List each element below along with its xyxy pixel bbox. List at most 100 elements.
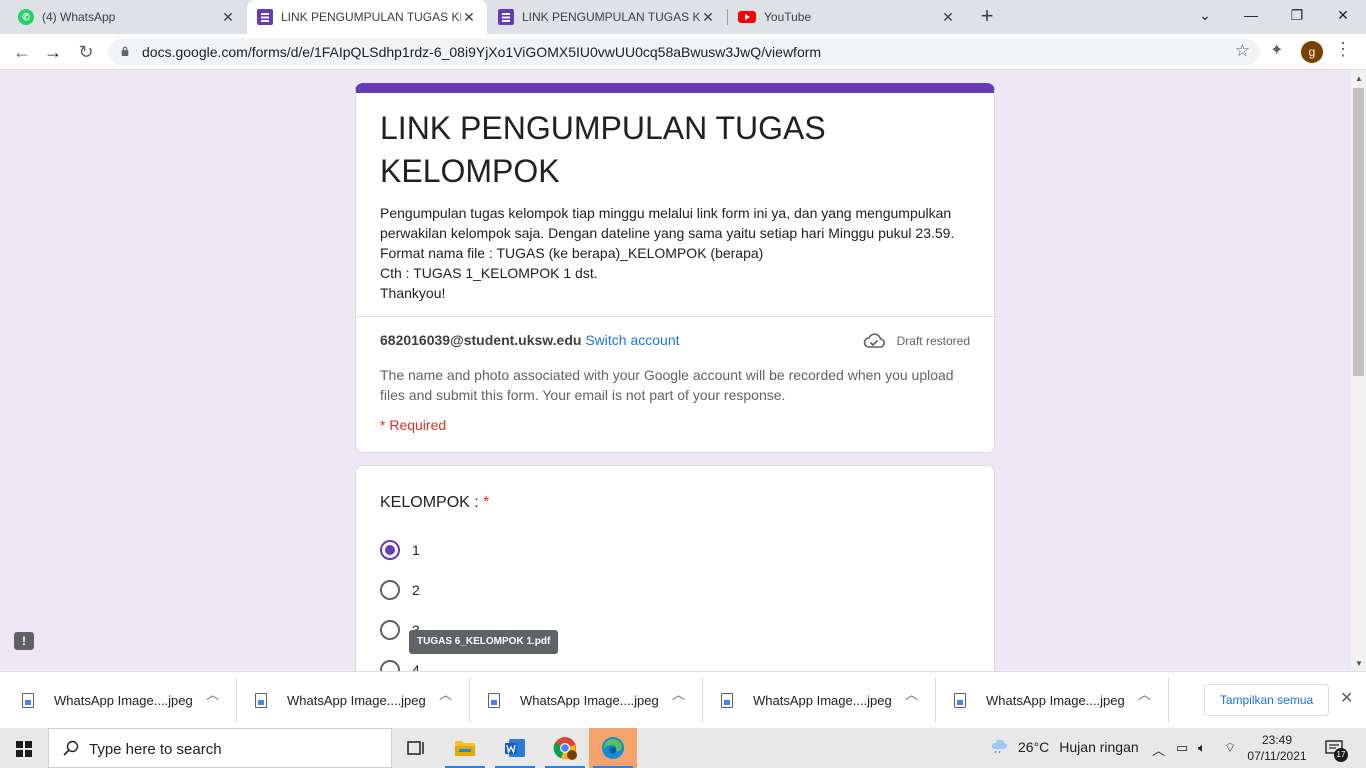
download-item[interactable]: WhatsApp Image....jpeg: [22, 680, 193, 720]
download-separator: [469, 678, 470, 722]
download-separator: [935, 678, 936, 722]
download-filename: WhatsApp Image....jpeg: [287, 692, 426, 708]
download-filename: WhatsApp Image....jpeg: [54, 692, 193, 708]
download-separator: [1168, 678, 1169, 722]
rain-cloud-icon: [991, 740, 1007, 754]
close-icon[interactable]: ✕: [220, 9, 236, 25]
bookmark-star-icon[interactable]: ☆: [1235, 41, 1250, 61]
option-label: 1: [412, 542, 420, 558]
restore-icon[interactable]: ❐: [1274, 0, 1320, 30]
download-item[interactable]: WhatsApp Image....jpeg: [954, 680, 1125, 720]
draft-status: Draft restored: [863, 333, 970, 349]
tab-form-active[interactable]: LINK PENGUMPULAN TUGAS KELOMPOK ✕: [247, 0, 487, 34]
form-title: LINK PENGUMPULAN TUGAS KELOMPOK: [380, 110, 826, 189]
file-explorer-button[interactable]: [441, 728, 489, 768]
radio-button[interactable]: [380, 580, 400, 600]
tab-youtube[interactable]: YouTube ✕: [728, 0, 966, 34]
task-view-button[interactable]: [392, 728, 440, 768]
show-all-downloads-button[interactable]: Tampilkan semua: [1204, 684, 1329, 716]
address-bar[interactable]: docs.google.com/forms/d/e/1FAIpQLSdhp1rd…: [108, 38, 1260, 66]
download-item[interactable]: WhatsApp Image....jpeg: [721, 680, 892, 720]
radio-button[interactable]: [380, 660, 400, 671]
radio-button-selected[interactable]: [380, 540, 400, 560]
description-line: Pengumpulan tugas kelompok tiap minggu m…: [380, 205, 955, 241]
tab-title: LINK PENGUMPULAN TUGAS KELOMPOK: [522, 10, 700, 24]
switch-account-link[interactable]: Switch account: [585, 332, 679, 348]
tab-strip: ✆ (4) WhatsApp ✕ LINK PENGUMPULAN TUGAS …: [0, 0, 1366, 34]
new-tab-button[interactable]: +: [976, 5, 998, 27]
radio-option-2[interactable]: 2: [380, 580, 420, 600]
weather-widget[interactable]: 26°C Hujan ringan: [990, 739, 1139, 755]
search-placeholder: Type here to search: [89, 741, 222, 758]
minimize-icon[interactable]: —: [1228, 0, 1274, 30]
close-icon[interactable]: ✕: [461, 9, 477, 25]
report-feedback-icon[interactable]: !: [14, 632, 34, 650]
back-icon[interactable]: ←: [9, 39, 35, 65]
required-asterisk: *: [483, 494, 490, 511]
chevron-up-icon[interactable]: ︿: [1138, 684, 1151, 703]
chevron-up-icon[interactable]: ︿: [206, 684, 219, 703]
description-line: Cth : TUGAS 1_KELOMPOK 1 dst.: [380, 265, 598, 281]
close-icon[interactable]: ✕: [940, 9, 956, 25]
cloud-done-icon: [863, 333, 885, 348]
tab-whatsapp[interactable]: ✆ (4) WhatsApp ✕: [8, 0, 246, 34]
reload-icon[interactable]: ↻: [73, 39, 99, 65]
word-button[interactable]: [491, 728, 539, 768]
show-hidden-icons-chevron-icon[interactable]: ︿: [1152, 740, 1165, 759]
chrome-menu-icon[interactable]: ⋮: [1334, 39, 1352, 60]
profile-avatar[interactable]: g: [1301, 41, 1323, 63]
chrome-button[interactable]: [541, 728, 589, 768]
scroll-down-arrow-icon[interactable]: ▼: [1355, 659, 1363, 668]
volume-icon[interactable]: 🔈︎: [1198, 740, 1206, 756]
lock-icon: [121, 46, 129, 56]
google-forms-icon: [257, 9, 273, 25]
chevron-up-icon[interactable]: ︿: [672, 684, 685, 703]
edge-button[interactable]: [589, 728, 637, 768]
page-scrollbar[interactable]: ▲ ▼: [1351, 70, 1366, 671]
browser-toolbar: ← → ↻ docs.google.com/forms/d/e/1FAIpQLS…: [0, 34, 1366, 70]
tab-search-icon[interactable]: ⌄: [1182, 0, 1228, 30]
radio-option-4[interactable]: 4: [380, 660, 420, 671]
tab-form[interactable]: LINK PENGUMPULAN TUGAS KELOMPOK ✕: [488, 0, 726, 34]
url-text[interactable]: docs.google.com/forms/d/e/1FAIpQLSdhp1rd…: [142, 44, 821, 60]
download-filename: WhatsApp Image....jpeg: [753, 692, 892, 708]
scroll-thumb[interactable]: [1353, 88, 1364, 376]
download-item[interactable]: WhatsApp Image....jpeg: [255, 680, 426, 720]
tab-title: (4) WhatsApp: [42, 10, 116, 24]
close-icon[interactable]: ✕: [700, 9, 716, 25]
download-item[interactable]: WhatsApp Image....jpeg: [488, 680, 659, 720]
taskbar-clock[interactable]: 23:49 07/11/2021: [1246, 732, 1308, 764]
wifi-icon[interactable]: ⌔: [1224, 740, 1236, 756]
file-explorer-icon: [455, 741, 475, 756]
option-label: 4: [412, 662, 420, 671]
clock-date: 07/11/2021: [1247, 749, 1307, 763]
window-close-icon[interactable]: ✕: [1320, 0, 1366, 30]
chevron-up-icon[interactable]: ︿: [439, 684, 452, 703]
extensions-puzzle-icon[interactable]: ✦: [1270, 40, 1283, 60]
notification-center-button[interactable]: 17: [1324, 738, 1348, 762]
whatsapp-icon: ✆: [18, 9, 34, 25]
weather-description: Hujan ringan: [1059, 739, 1139, 755]
radio-button[interactable]: [380, 620, 400, 640]
file-icon: [22, 692, 34, 708]
radio-option-1[interactable]: 1: [380, 540, 420, 560]
start-button[interactable]: [0, 728, 48, 768]
taskbar-search-box[interactable]: Type here to search: [48, 728, 392, 768]
question-label: KELOMPOK :: [380, 494, 479, 511]
download-separator: [236, 678, 237, 722]
account-row: 682016039@student.uksw.edu Switch accoun…: [380, 332, 680, 348]
close-download-bar-icon[interactable]: ✕: [1340, 688, 1353, 708]
file-icon: [488, 692, 500, 708]
chrome-icon: [553, 737, 577, 760]
chevron-up-icon[interactable]: ︿: [905, 684, 918, 703]
scroll-up-arrow-icon[interactable]: ▲: [1355, 74, 1363, 83]
download-filename: WhatsApp Image....jpeg: [520, 692, 659, 708]
file-icon: [954, 692, 966, 708]
battery-icon[interactable]: ▭: [1176, 740, 1188, 756]
option-label: 2: [412, 582, 420, 598]
forward-icon[interactable]: →: [40, 39, 66, 65]
download-filename: WhatsApp Image....jpeg: [986, 692, 1125, 708]
header-divider: [356, 316, 994, 317]
file-icon: [721, 692, 733, 708]
download-bar: WhatsApp Image....jpeg ︿ WhatsApp Image.…: [0, 671, 1366, 728]
